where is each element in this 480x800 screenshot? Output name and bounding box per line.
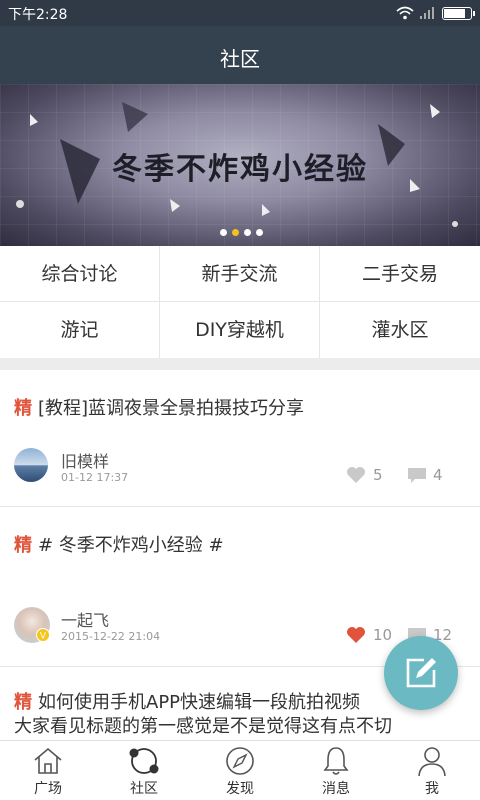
avatar[interactable] [14,448,48,482]
banner-dot[interactable] [232,229,239,236]
featured-badge: 精 [14,535,32,556]
tab-messages[interactable]: 消息 [288,741,384,800]
page-title: 社区 [220,47,260,71]
bottom-tab-bar: 广场 社区 发现 消息 我 [0,740,480,800]
post-title: 精 # 冬季不炸鸡小经验 # [14,531,224,557]
tab-label: 发现 [226,781,254,797]
like-count[interactable]: 10 [346,626,392,646]
post-excerpt: 大家看见标题的第一感觉是不是觉得这有点不切 [14,716,392,737]
featured-badge: 精 [14,692,32,713]
screen: 下午2:28 社区 冬季不炸鸡小经验 综合讨论 新手交流 二手交易 游记 DIY… [0,0,480,800]
post-author[interactable]: 旧模样 [61,448,109,472]
post-title-text: [教程]蓝调夜景全景拍摄技巧分享 [38,398,305,419]
like-count-value: 5 [373,466,383,484]
category-newbie-exchange[interactable]: 新手交流 [160,246,320,302]
post-author[interactable]: 一起飞 [61,607,109,631]
edit-icon [406,658,436,688]
post-item[interactable]: 精 [教程]蓝调夜景全景拍摄技巧分享 旧模样 01-12 17:37 5 4 [0,370,480,507]
heart-icon [347,627,365,643]
category-second-hand[interactable]: 二手交易 [320,246,480,302]
post-date: 2015-12-22 21:04 [61,630,161,643]
category-general-discussion[interactable]: 综合讨论 [0,246,160,302]
like-count[interactable]: 5 [346,466,386,486]
post-title: 精如何使用手机APP快速编辑一段航拍视频 [14,688,360,714]
svg-text:V: V [40,632,47,642]
banner-title: 冬季不炸鸡小经验 [112,152,368,187]
person-icon [418,747,446,777]
comment-count-value: 4 [433,466,443,484]
status-time: 下午2:28 [8,7,68,23]
tab-label: 社区 [130,781,158,797]
tab-community[interactable]: 社区 [96,741,192,800]
post-title: 精 [教程]蓝调夜景全景拍摄技巧分享 [14,394,304,420]
post-title-text: # 冬季不炸鸡小经验 # [38,535,224,556]
compass-icon [226,747,254,775]
bell-icon [323,747,349,775]
community-icon [129,748,159,774]
tab-me[interactable]: 我 [384,741,480,800]
category-grid: 综合讨论 新手交流 二手交易 游记 DIY穿越机 灌水区 [0,246,480,358]
status-bar: 下午2:28 [0,0,480,26]
tab-plaza[interactable]: 广场 [0,741,96,800]
post-date: 01-12 17:37 [61,471,129,484]
tab-label: 消息 [322,781,350,797]
compose-post-button[interactable] [384,636,458,710]
tab-label: 我 [425,781,439,797]
like-count-value: 10 [373,626,393,644]
section-divider [0,358,480,370]
comment-icon [408,468,426,483]
verified-badge-icon: V [36,628,50,642]
banner-dot[interactable] [244,229,251,236]
signal-icon [420,7,434,19]
tab-discover[interactable]: 发现 [192,741,288,800]
wifi-icon [396,6,414,20]
category-chat-zone[interactable]: 灌水区 [320,302,480,358]
heart-icon [347,467,365,483]
category-travelogue[interactable]: 游记 [0,302,160,358]
tab-label: 广场 [34,781,62,797]
status-icons [396,4,475,22]
home-icon [34,747,62,774]
battery-icon [442,6,475,20]
banner-dot[interactable] [220,229,227,236]
title-bar: 社区 [0,26,480,84]
comment-count[interactable]: 4 [407,466,447,486]
banner-dot[interactable] [256,229,263,236]
banner[interactable]: 冬季不炸鸡小经验 [0,84,480,246]
post-title-text: 如何使用手机APP快速编辑一段航拍视频 [38,692,361,713]
featured-badge: 精 [14,398,32,419]
category-diy-fpv[interactable]: DIY穿越机 [160,302,320,358]
